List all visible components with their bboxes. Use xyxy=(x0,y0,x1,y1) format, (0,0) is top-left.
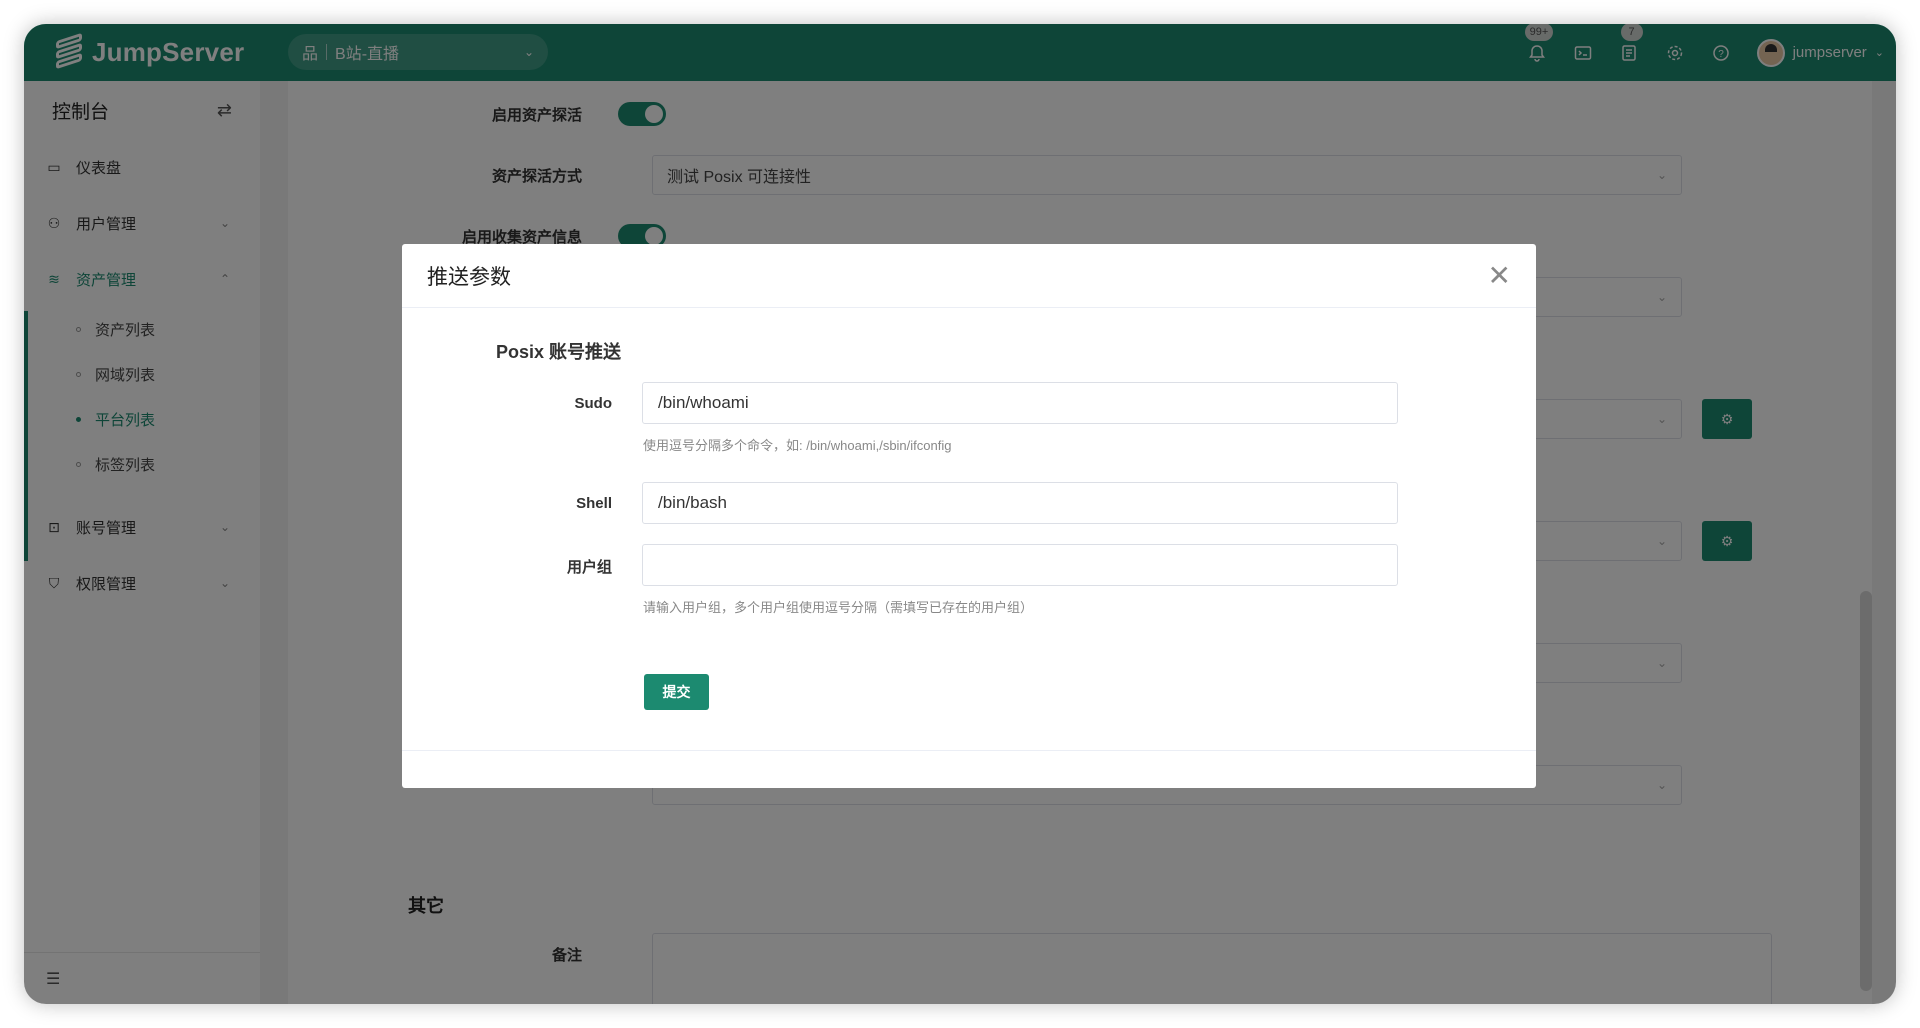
sudo-help-text: 使用逗号分隔多个命令，如: /bin/whoami,/sbin/ifconfig xyxy=(643,438,952,453)
dialog-header: 推送参数 ✕ xyxy=(402,244,1536,308)
section-title: Posix 账号推送 xyxy=(496,342,622,362)
sudo-label: Sudo xyxy=(574,395,613,412)
groups-help-text: 请输入用户组，多个用户组使用逗号分隔（需填写已存在的用户组） xyxy=(643,600,1034,615)
sudo-input[interactable] xyxy=(642,382,1398,424)
submit-button[interactable]: 提交 xyxy=(644,674,709,710)
dialog-title: 推送参数 xyxy=(427,265,511,289)
close-icon[interactable]: ✕ xyxy=(1488,259,1511,292)
shell-label: Shell xyxy=(576,495,612,512)
dialog-body: Posix 账号推送 Sudo 使用逗号分隔多个命令，如: /bin/whoam… xyxy=(402,308,1536,744)
dialog-footer xyxy=(402,750,1536,788)
groups-label: 用户组 xyxy=(566,559,612,576)
app-window: JumpServer 品 B站-直播 ⌄ 99+ 7 ? xyxy=(24,24,1896,1004)
groups-input[interactable] xyxy=(642,544,1398,586)
shell-input[interactable] xyxy=(642,482,1398,524)
push-params-dialog: 推送参数 ✕ Posix 账号推送 Sudo 使用逗号分隔多个命令，如: /bi… xyxy=(402,244,1536,788)
